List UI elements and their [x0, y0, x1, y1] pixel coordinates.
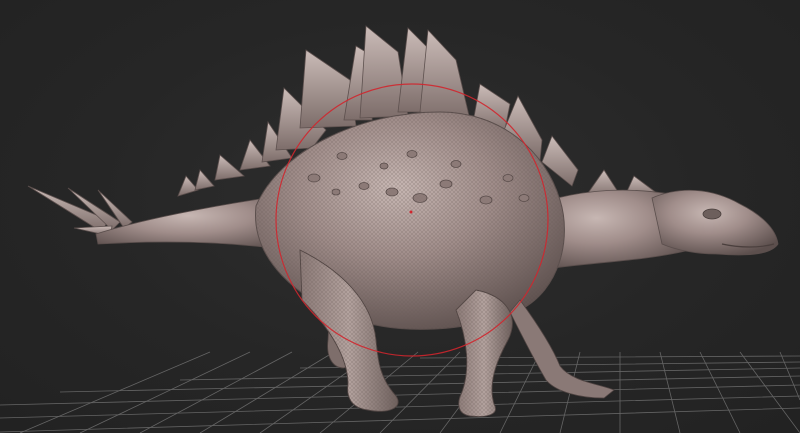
eye — [702, 208, 722, 220]
3d-viewport[interactable] — [0, 0, 800, 433]
head — [651, 189, 779, 256]
front-leg-far — [509, 299, 615, 399]
gizmo-center-dot[interactable] — [409, 210, 413, 214]
floor-grid — [0, 351, 800, 433]
